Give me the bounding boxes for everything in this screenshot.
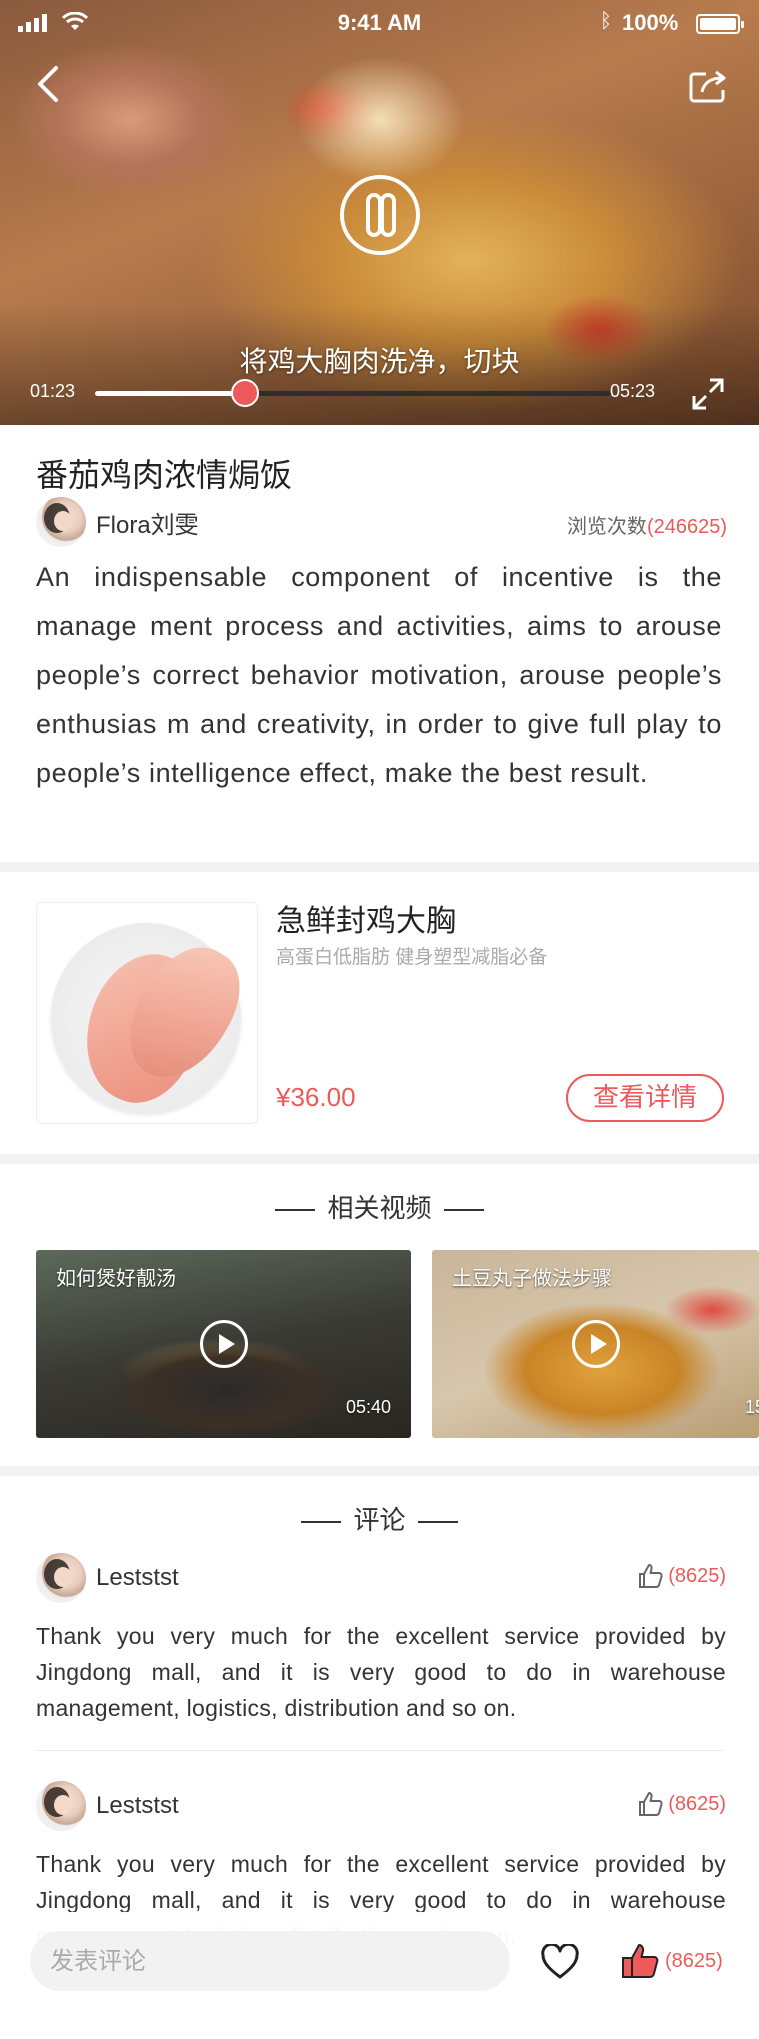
- comment-like-button[interactable]: (8625): [636, 1790, 726, 1818]
- related-video-card[interactable]: 如何煲好靓汤 05:40: [36, 1250, 411, 1438]
- battery-icon: [696, 14, 744, 34]
- commenter-avatar[interactable]: [36, 1553, 86, 1603]
- like-button[interactable]: (8625): [620, 1942, 723, 1980]
- comments-heading: 评论: [0, 1500, 759, 1537]
- bluetooth-icon: ᛒ: [600, 10, 612, 32]
- product-price: ¥36.00: [276, 1082, 356, 1112]
- home-indicator-area: [0, 2010, 759, 2039]
- related-videos-title: 相关视频: [327, 1194, 432, 1224]
- play-pause-icon[interactable]: [340, 175, 420, 255]
- section-divider: [0, 1154, 759, 1164]
- heading-dash: [443, 1208, 484, 1211]
- views-number: (246625): [646, 516, 727, 538]
- author-name[interactable]: Flora刘雯: [96, 505, 199, 540]
- related-video-card[interactable]: 土豆丸子做法步骤 15: [432, 1250, 759, 1438]
- play-icon[interactable]: [571, 1320, 620, 1368]
- related-video-duration: 05:40: [345, 1397, 391, 1417]
- comment-like-count: (8625): [668, 1564, 726, 1587]
- bottom-action-bar: (8625): [0, 1912, 759, 2010]
- section-divider: [0, 1466, 759, 1476]
- battery-percent: 100%: [622, 10, 679, 35]
- comment-text: Thank you very much for the excellent se…: [36, 1623, 726, 1721]
- total-time: 05:23: [610, 381, 656, 401]
- view-details-button[interactable]: 查看详情: [566, 1074, 724, 1122]
- comment-header: Leststst (8625): [36, 1780, 726, 1832]
- heading-dash: [275, 1208, 316, 1211]
- heart-icon[interactable]: [540, 1944, 580, 1980]
- status-bar: 9:41 AM ᛒ 100%: [0, 0, 759, 44]
- commenter-name[interactable]: Leststst: [96, 1792, 179, 1820]
- product-name[interactable]: 急鲜封鸡大胸: [276, 896, 456, 940]
- comment-item: Leststst (8625) Thank you very much for …: [36, 1552, 726, 1726]
- recipe-description: An indispensable component of incentive …: [36, 562, 722, 788]
- author-avatar[interactable]: [36, 497, 86, 547]
- video-player[interactable]: 9:41 AM ᛒ 100% 将鸡大胸肉洗净，切块 01:23 05:23: [0, 0, 759, 425]
- back-icon[interactable]: [30, 64, 70, 104]
- commenter-name[interactable]: Leststst: [96, 1564, 179, 1592]
- heading-dash: [301, 1520, 342, 1523]
- video-subtitle: 将鸡大胸肉洗净，切块: [239, 345, 520, 378]
- comments-title: 评论: [353, 1506, 406, 1536]
- progress-bar[interactable]: [95, 379, 611, 407]
- fullscreen-icon[interactable]: [688, 374, 728, 414]
- product-subtitle: 高蛋白低脂肪 健身塑型减脂必备: [276, 947, 548, 968]
- comment-like-count: (8625): [668, 1792, 726, 1815]
- commenter-avatar[interactable]: [36, 1781, 86, 1831]
- share-icon[interactable]: [688, 68, 728, 104]
- author-info[interactable]: Flora刘雯: [36, 496, 199, 548]
- product-image[interactable]: [36, 902, 258, 1124]
- related-video-title: 如何煲好靓汤: [56, 1268, 176, 1290]
- thumbs-up-icon: [639, 1564, 663, 1588]
- view-count: 浏览次数(246625): [567, 510, 727, 539]
- comment-like-button[interactable]: (8625): [636, 1562, 726, 1590]
- pause-glyph-icon: [366, 193, 396, 237]
- progress-fill: [95, 391, 245, 396]
- thumbs-up-icon: [639, 1792, 663, 1816]
- related-videos-heading: 相关视频: [0, 1188, 759, 1225]
- play-icon[interactable]: [199, 1320, 248, 1368]
- section-divider: [0, 862, 759, 872]
- comment-header: Leststst (8625): [36, 1552, 726, 1604]
- thumbs-up-icon: [622, 1944, 659, 1978]
- views-label: 浏览次数: [566, 516, 647, 538]
- recipe-title: 番茄鸡肉浓情焗饭: [36, 456, 293, 494]
- like-count: (8625): [665, 1949, 723, 1972]
- heading-dash: [417, 1520, 458, 1523]
- progress-knob[interactable]: [230, 379, 259, 407]
- current-time: 01:23: [30, 381, 76, 401]
- related-video-title: 土豆丸子做法步骤: [452, 1268, 612, 1290]
- comment-input[interactable]: [30, 1931, 510, 1991]
- comment-separator: [36, 1750, 723, 1751]
- related-video-duration: 15: [744, 1397, 759, 1417]
